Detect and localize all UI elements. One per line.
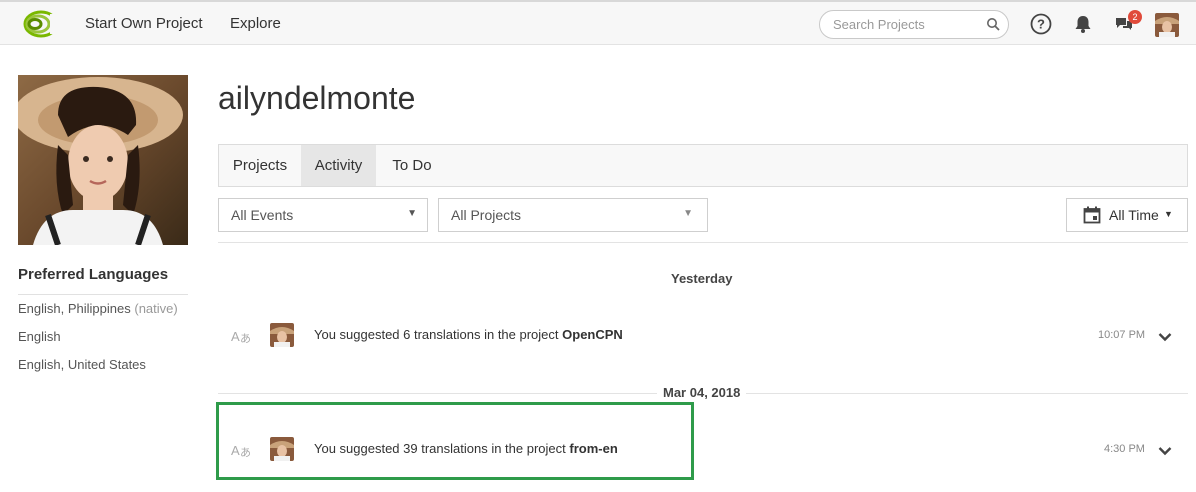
crowdin-logo-icon[interactable] (20, 10, 59, 38)
language-item: English (18, 329, 61, 344)
preferred-languages-title: Preferred Languages (18, 266, 169, 283)
svg-text:A: A (231, 329, 240, 344)
activity-project-link[interactable]: OpenCPN (562, 327, 623, 342)
divider (218, 242, 1188, 243)
language-name: English, Philippines (18, 301, 131, 316)
help-circle-icon[interactable]: ? (1030, 13, 1052, 40)
tab-todo[interactable]: To Do (376, 145, 448, 186)
language-name: English (18, 329, 61, 344)
language-item: English, Philippines (native) (18, 301, 178, 316)
activity-text: You suggested 6 translations in the proj… (314, 327, 623, 342)
activity-time: 4:30 PM (1104, 443, 1145, 455)
events-filter-value: All Events (231, 207, 294, 223)
tab-projects[interactable]: Projects (219, 145, 301, 186)
activity-time: 10:07 PM (1098, 329, 1146, 341)
calendar-icon (1083, 206, 1101, 227)
activity-avatar (270, 323, 294, 347)
chevron-down-icon[interactable] (1158, 443, 1172, 461)
caret-down-icon: ▼ (407, 208, 417, 219)
language-item: English, United States (18, 357, 146, 372)
nav-start-own-project-link[interactable]: Start Own Project (85, 15, 203, 32)
highlight-box (216, 402, 694, 480)
messages-count-badge: 2 (1128, 10, 1142, 24)
divider (18, 294, 188, 295)
nav-explore-link[interactable]: Explore (230, 15, 281, 32)
projects-filter-select[interactable]: All Projects ▼ (438, 198, 708, 232)
top-navbar: Start Own Project Explore ? 2 (0, 0, 1196, 45)
time-filter-button[interactable]: All Time ▼ (1066, 198, 1188, 232)
language-name: English, United States (18, 357, 146, 372)
events-filter-select[interactable]: All Events ▼ (218, 198, 428, 232)
search-icon[interactable] (986, 17, 1000, 36)
search-box (819, 10, 1009, 39)
search-input[interactable] (833, 17, 983, 32)
bell-icon[interactable] (1073, 14, 1093, 39)
profile-tabs: Projects Activity To Do (218, 144, 1188, 187)
language-native-note: (native) (134, 301, 178, 316)
translate-icon: Aあ (231, 327, 251, 348)
svg-text:あ: あ (240, 332, 251, 345)
time-filter-value: All Time (1109, 207, 1159, 223)
chevron-down-icon[interactable] (1158, 329, 1172, 347)
projects-filter-value: All Projects (451, 207, 522, 223)
svg-text:?: ? (1037, 17, 1045, 32)
caret-down-icon: ▼ (683, 208, 693, 219)
activity-text-prefix: You suggested 6 translations in the proj… (314, 327, 563, 342)
tab-activity[interactable]: Activity (301, 145, 376, 186)
caret-down-icon: ▼ (1164, 209, 1173, 219)
activity-date-heading: Mar 04, 2018 (657, 385, 747, 400)
profile-username: ailyndelmonte (218, 80, 416, 116)
profile-photo (18, 75, 188, 245)
user-avatar[interactable] (1155, 13, 1179, 37)
activity-date-heading: Yesterday (665, 271, 739, 286)
